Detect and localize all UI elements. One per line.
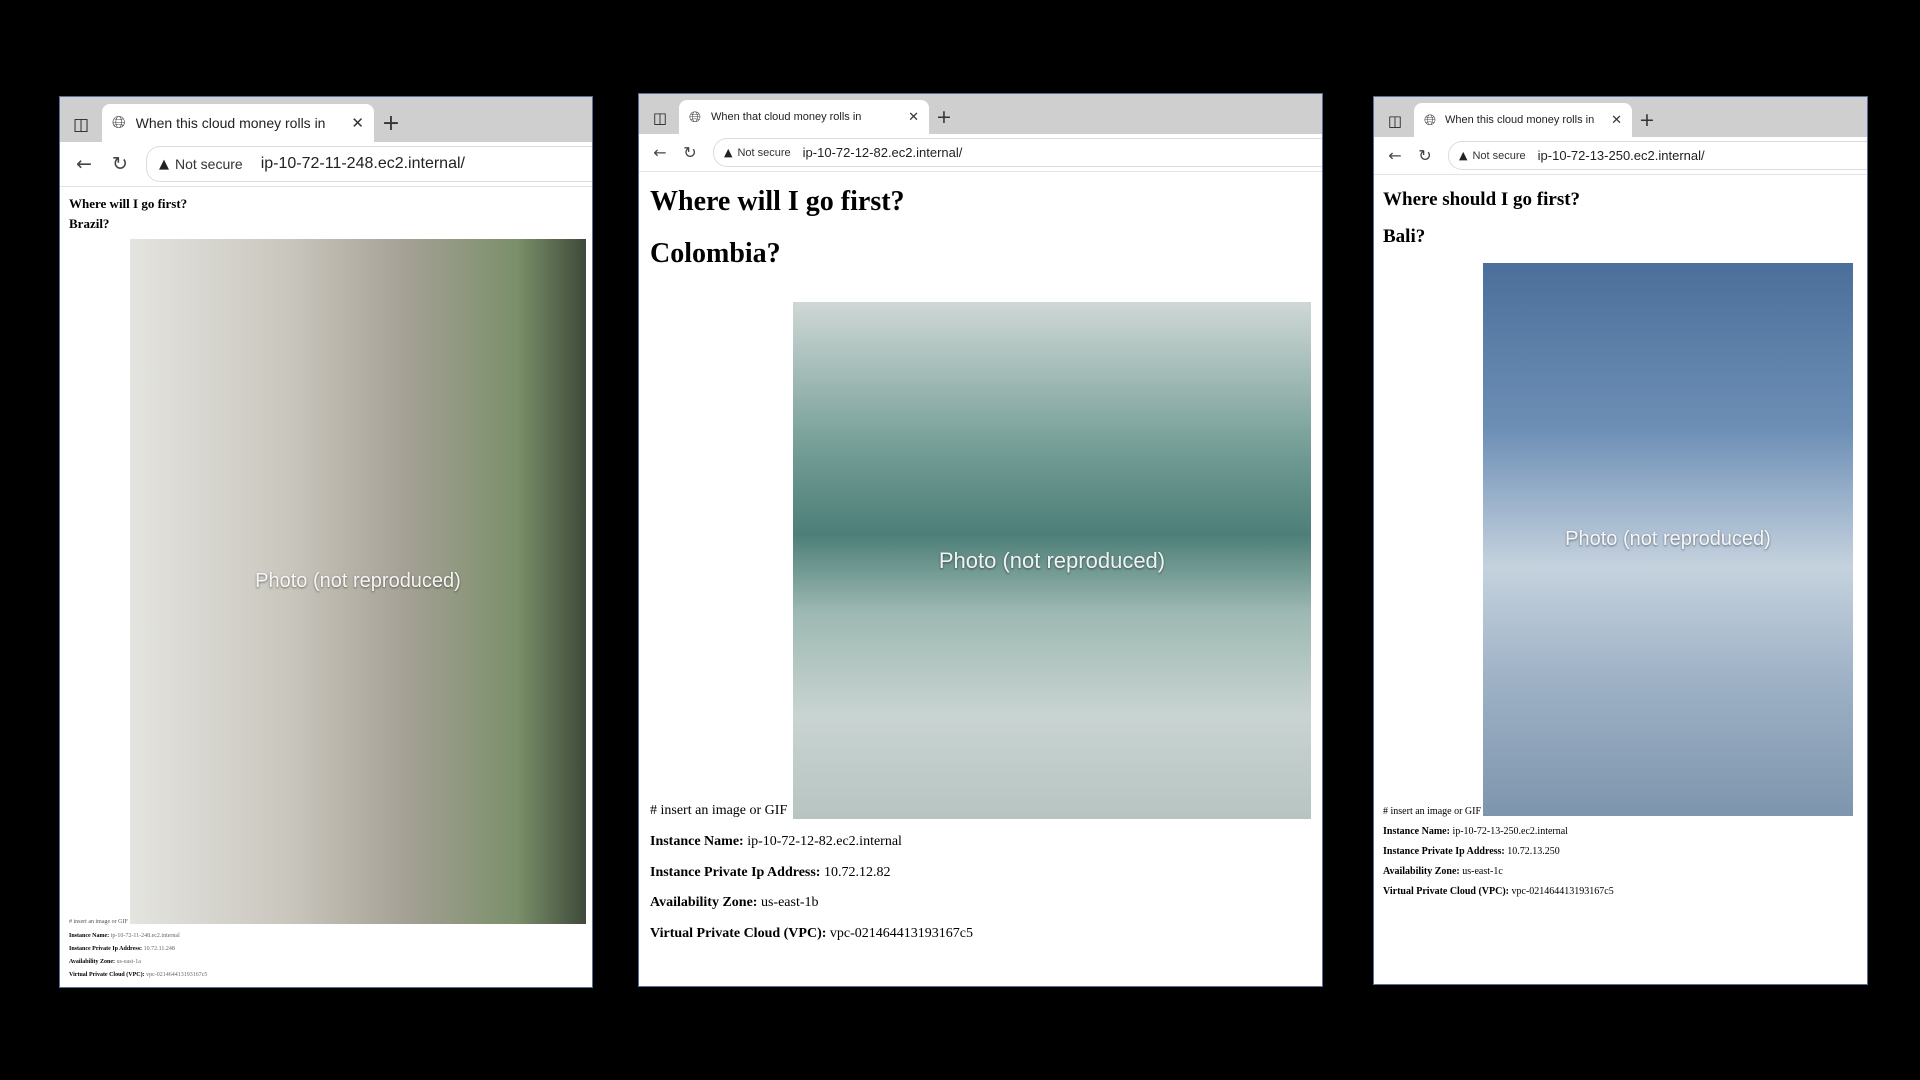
globe-icon: 🌐︎ [112, 113, 126, 133]
instance-name-line: Instance Name: ip-10-72-11-248.ec2.inter… [69, 933, 180, 939]
private-ip-line: Instance Private Ip Address: 10.72.11.24… [69, 946, 175, 952]
back-arrow-icon[interactable]: ← [1380, 141, 1410, 171]
availability-zone-line: Availability Zone: us-east-1b [650, 895, 819, 911]
browser-tab[interactable]: 🌐︎ When that cloud money rolls in ✕ [679, 100, 929, 134]
info-label: Instance Private Ip Address: [1383, 846, 1505, 857]
reload-icon[interactable]: ↻ [1410, 141, 1440, 171]
instance-name-line: Instance Name: ip-10-72-13-250.ec2.inter… [1383, 826, 1568, 837]
info-value: ip-10-72-12-82.ec2.internal [747, 834, 902, 849]
info-value: vpc-021464413193167c5 [1511, 886, 1614, 897]
photo-placeholder: Photo (not reproduced) [1483, 263, 1853, 816]
image-alt-text: # insert an image or GIF [1383, 806, 1482, 817]
close-tab-icon[interactable]: ✕ [351, 114, 364, 132]
reload-icon[interactable]: ↻ [675, 138, 705, 168]
info-label: Instance Name: [69, 933, 110, 939]
info-label: Availability Zone: [69, 959, 116, 965]
info-label: Virtual Private Cloud (VPC): [650, 926, 827, 941]
not-secure-label[interactable]: Not secure [1472, 150, 1525, 162]
warning-icon[interactable]: ▲ [159, 157, 169, 172]
tab-actions-icon[interactable]: ◫ [1380, 105, 1410, 137]
tab-strip: ◫ 🌐︎ When that cloud money rolls in ✕ + [639, 94, 1322, 134]
tab-actions-icon[interactable]: ◫ [645, 102, 675, 134]
warning-icon[interactable]: ▲ [1459, 149, 1467, 162]
vpc-line: Virtual Private Cloud (VPC): vpc-0214644… [1383, 886, 1614, 897]
photo-placeholder: Photo (not reproduced) [793, 302, 1311, 819]
availability-zone-line: Availability Zone: us-east-1c [1383, 866, 1503, 877]
new-tab-button[interactable]: + [374, 104, 408, 142]
not-secure-label[interactable]: Not secure [737, 147, 790, 159]
info-label: Instance Name: [650, 834, 744, 849]
browser-tab[interactable]: 🌐︎ When this cloud money rolls in ✕ [102, 104, 374, 142]
destination-heading: Bali? [1383, 226, 1426, 247]
browser-toolbar: ← ↻ ▲ Not secure ip-10-72-13-250.ec2.int… [1374, 137, 1867, 175]
info-value: us-east-1a [116, 959, 141, 965]
image-alt-text: # insert an image or GIF [69, 919, 128, 925]
close-tab-icon[interactable]: ✕ [1611, 113, 1622, 128]
url-text[interactable]: ip-10-72-12-82.ec2.internal/ [803, 145, 963, 160]
availability-zone-line: Availability Zone: us-east-1a [69, 959, 141, 965]
browser-toolbar: ← ↻ ▲ Not secure ip-10-72-12-82.ec2.inte… [639, 134, 1322, 172]
private-ip-line: Instance Private Ip Address: 10.72.12.82 [650, 865, 890, 881]
address-bar[interactable]: ▲ Not secure ip-10-72-12-82.ec2.internal… [713, 137, 1322, 168]
vpc-line: Virtual Private Cloud (VPC): vpc-0214644… [650, 926, 973, 942]
private-ip-line: Instance Private Ip Address: 10.72.13.25… [1383, 846, 1560, 857]
tab-title: When this cloud money rolls in [135, 115, 326, 131]
tab-strip: ◫ 🌐︎ When this cloud money rolls in ✕ + [60, 97, 592, 142]
page-heading: Where will I go first? [650, 186, 905, 217]
close-tab-icon[interactable]: ✕ [908, 110, 919, 125]
browser-tab[interactable]: 🌐︎ When this cloud money rolls in ✕ [1414, 103, 1632, 137]
tab-title: When that cloud money rolls in [711, 111, 862, 123]
globe-icon: 🌐︎ [689, 108, 702, 126]
browser-toolbar: ← ↻ ▲ Not secure ip-10-72-11-248.ec2.int… [60, 142, 592, 187]
image-alt-text: # insert an image or GIF [650, 803, 788, 818]
info-value: ip-10-72-13-250.ec2.internal [1452, 826, 1568, 837]
browser-window-3: ◫ 🌐︎ When this cloud money rolls in ✕ + … [1373, 96, 1868, 985]
info-value: ip-10-72-11-248.ec2.internal [110, 933, 180, 939]
warning-icon[interactable]: ▲ [724, 146, 732, 159]
browser-window-2: ◫ 🌐︎ When that cloud money rolls in ✕ + … [638, 93, 1323, 987]
destination-heading: Brazil? [69, 216, 110, 231]
info-label: Instance Private Ip Address: [69, 946, 143, 952]
page-content: Where will I go first? Brazil? Photo (no… [60, 187, 592, 987]
info-label: Instance Name: [1383, 826, 1450, 837]
info-value: us-east-1c [1462, 866, 1503, 877]
info-value: 10.72.12.82 [823, 865, 891, 880]
address-bar[interactable]: ▲ Not secure ip-10-72-13-250.ec2.interna… [1448, 140, 1867, 171]
info-label: Virtual Private Cloud (VPC): [1383, 886, 1509, 897]
new-tab-button[interactable]: + [929, 100, 959, 134]
info-label: Availability Zone: [650, 895, 758, 910]
vpc-line: Virtual Private Cloud (VPC): vpc-0214644… [69, 972, 207, 978]
url-text[interactable]: ip-10-72-11-248.ec2.internal/ [261, 155, 465, 173]
tab-strip: ◫ 🌐︎ When this cloud money rolls in ✕ + [1374, 97, 1867, 137]
info-value: 10.72.13.250 [1507, 846, 1560, 857]
globe-icon: 🌐︎ [1424, 111, 1437, 129]
new-tab-button[interactable]: + [1632, 103, 1662, 137]
tab-title: When this cloud money rolls in [1445, 114, 1595, 126]
back-arrow-icon[interactable]: ← [645, 138, 675, 168]
info-label: Virtual Private Cloud (VPC): [69, 972, 145, 978]
info-value: us-east-1b [760, 895, 819, 910]
info-value: 10.72.11.248 [143, 946, 175, 952]
url-text[interactable]: ip-10-72-13-250.ec2.internal/ [1538, 148, 1705, 163]
browser-window-1: ◫ 🌐︎ When this cloud money rolls in ✕ + … [59, 96, 593, 988]
reload-icon[interactable]: ↻ [102, 146, 138, 182]
page-heading: Where should I go first? [1383, 189, 1581, 210]
address-bar[interactable]: ▲ Not secure ip-10-72-11-248.ec2.interna… [146, 146, 592, 182]
destination-heading: Colombia? [650, 238, 781, 269]
back-arrow-icon[interactable]: ← [66, 146, 102, 182]
page-content: Where will I go first? Colombia? Photo (… [639, 172, 1322, 982]
info-label: Instance Private Ip Address: [650, 865, 821, 880]
not-secure-label[interactable]: Not secure [175, 156, 243, 172]
info-value: vpc-021464413193167c5 [829, 926, 973, 941]
tab-actions-icon[interactable]: ◫ [66, 108, 96, 142]
page-content: Where should I go first? Bali? Photo (no… [1374, 175, 1867, 984]
page-heading: Where will I go first? [69, 196, 188, 211]
info-label: Availability Zone: [1383, 866, 1460, 877]
photo-placeholder: Photo (not reproduced) [130, 239, 586, 924]
instance-name-line: Instance Name: ip-10-72-12-82.ec2.intern… [650, 834, 902, 850]
info-value: vpc-021464413193167c5 [146, 972, 208, 978]
